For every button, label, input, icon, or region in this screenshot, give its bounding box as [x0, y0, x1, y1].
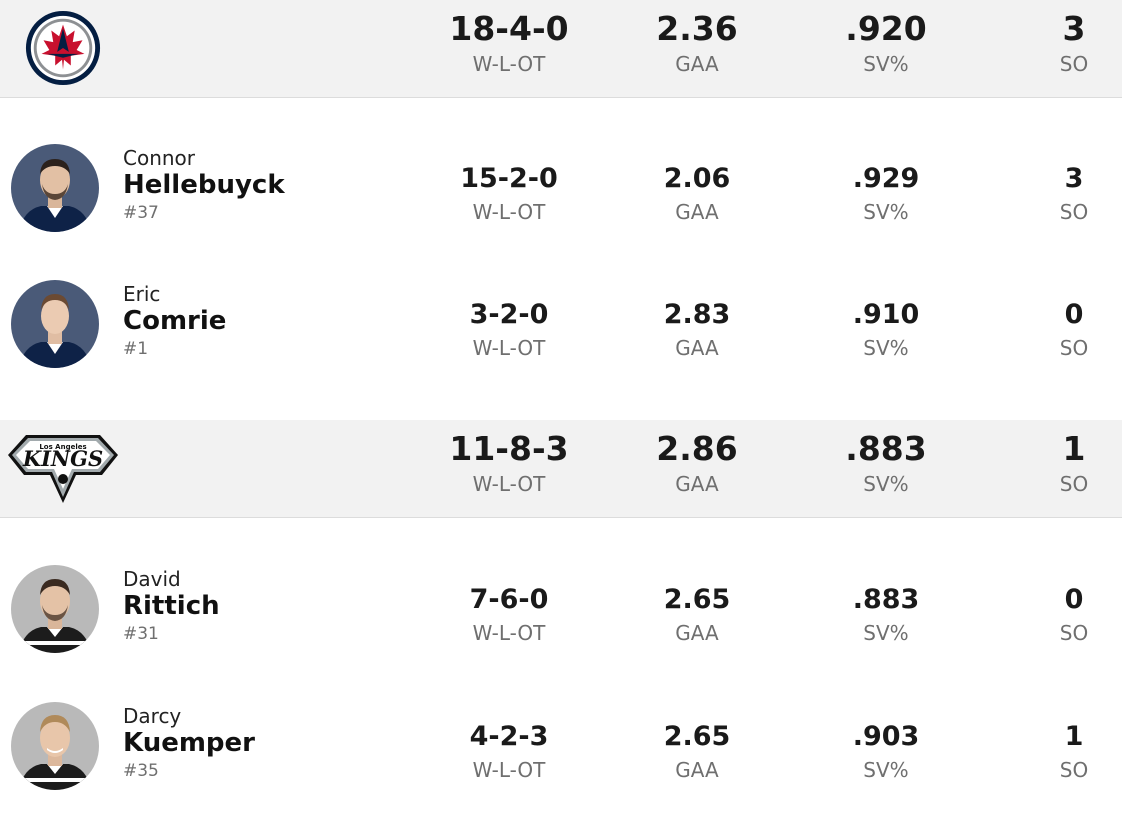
player-name-block: Eric Comrie #1: [123, 282, 226, 360]
player-headshot-icon: [19, 715, 91, 790]
player-stat-save-pct: .883 SV%: [852, 584, 920, 645]
player-row-kuemper[interactable]: Darcy Kuemper #35 4-2-3 W-L-OT 2.65 GAA …: [0, 702, 1122, 832]
team-stat-save-pct: .920 SV%: [845, 9, 927, 77]
winnipeg-jets-logo: [25, 10, 101, 86]
player-stat-record: 4-2-3 W-L-OT: [469, 721, 549, 782]
team-stat-record: 18-4-0 W-L-OT: [449, 9, 569, 77]
player-number: #1: [123, 339, 149, 359]
player-row-comrie[interactable]: Eric Comrie #1 3-2-0 W-L-OT 2.83 GAA .91…: [0, 280, 1122, 410]
player-stat-shutouts: 0 SO: [1059, 299, 1089, 360]
player-avatar: [11, 565, 99, 653]
team-stat-gaa: 2.36 GAA: [656, 9, 738, 77]
player-stat-save-pct: .929 SV%: [852, 163, 920, 224]
player-row-rittich[interactable]: David Rittich #31 7-6-0 W-L-OT 2.65 GAA …: [0, 565, 1122, 695]
player-last-name[interactable]: Hellebuyck: [123, 170, 285, 200]
la-kings-logo: Los Angeles KINGS: [8, 435, 118, 503]
player-number: #31: [123, 624, 159, 644]
player-stat-shutouts: 3 SO: [1059, 163, 1089, 224]
player-first-name: Eric: [123, 282, 161, 306]
player-stat-record: 7-6-0 W-L-OT: [469, 584, 549, 645]
player-stat-gaa: 2.65 GAA: [663, 584, 731, 645]
player-number: #37: [123, 203, 159, 223]
kings-logo-wordmark: KINGS: [22, 446, 103, 471]
player-stat-shutouts: 1 SO: [1059, 721, 1089, 782]
player-name-block: Darcy Kuemper #35: [123, 704, 255, 782]
player-last-name[interactable]: Comrie: [123, 306, 226, 336]
player-first-name: David: [123, 567, 181, 591]
player-number: #35: [123, 761, 159, 781]
player-last-name[interactable]: Rittich: [123, 591, 220, 621]
team-stat-shutouts: 3 SO: [1059, 9, 1089, 77]
player-row-hellebuyck[interactable]: Connor Hellebuyck #37 15-2-0 W-L-OT 2.06…: [0, 144, 1122, 274]
team-header-kings: Los Angeles KINGS 11-8-3 W-L-OT 2.86 GAA…: [0, 420, 1122, 518]
team-stat-record: 11-8-3 W-L-OT: [449, 429, 569, 497]
player-last-name[interactable]: Kuemper: [123, 728, 255, 758]
player-stat-save-pct: .910 SV%: [852, 299, 920, 360]
player-name-block: David Rittich #31: [123, 567, 220, 645]
team-stat-save-pct: .883 SV%: [845, 429, 927, 497]
player-first-name: Darcy: [123, 704, 182, 728]
player-stat-shutouts: 0 SO: [1059, 584, 1089, 645]
player-first-name: Connor: [123, 146, 196, 170]
player-avatar: [11, 144, 99, 232]
player-avatar: [11, 702, 99, 790]
player-headshot-icon: [19, 294, 91, 368]
team-header-jets: 18-4-0 W-L-OT 2.36 GAA .920 SV% 3 SO: [0, 0, 1122, 98]
player-stat-gaa: 2.06 GAA: [663, 163, 731, 224]
team-stat-gaa: 2.86 GAA: [656, 429, 738, 497]
team-stat-shutouts: 1 SO: [1059, 429, 1089, 497]
player-stat-record: 3-2-0 W-L-OT: [469, 299, 549, 360]
player-stat-gaa: 2.83 GAA: [663, 299, 731, 360]
player-stat-record: 15-2-0 W-L-OT: [460, 163, 558, 224]
player-headshot-icon: [19, 159, 91, 232]
player-name-block: Connor Hellebuyck #37: [123, 146, 285, 224]
player-stat-save-pct: .903 SV%: [852, 721, 920, 782]
player-headshot-icon: [19, 579, 91, 653]
player-avatar: [11, 280, 99, 368]
player-stat-gaa: 2.65 GAA: [663, 721, 731, 782]
